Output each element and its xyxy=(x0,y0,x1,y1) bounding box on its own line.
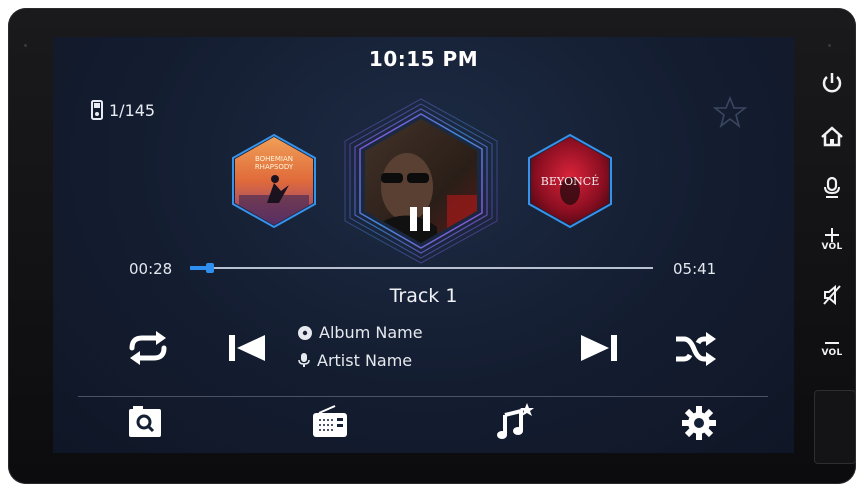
volume-down-button[interactable]: VOL xyxy=(812,340,852,358)
usb-drive-icon xyxy=(91,100,103,120)
album-caption: RHAPSODY xyxy=(255,163,294,171)
total-time: 05:41 xyxy=(673,260,717,278)
track-count: 1/145 xyxy=(109,100,156,120)
shuffle-icon[interactable] xyxy=(672,331,718,367)
mute-icon[interactable] xyxy=(812,284,852,306)
bezel-dot xyxy=(24,44,27,47)
elapsed-time: 00:28 xyxy=(129,260,173,278)
bottom-divider xyxy=(78,396,768,397)
album-disc-icon xyxy=(298,325,312,340)
track-title: Track 1 xyxy=(389,285,458,307)
artist-name: Artist Name xyxy=(317,351,413,369)
search-icon[interactable] xyxy=(127,405,163,439)
volume-up-label: VOL xyxy=(821,242,843,252)
album-name: Album Name xyxy=(319,323,423,342)
pause-icon[interactable] xyxy=(410,207,417,231)
next-album-art[interactable]: BEYONCÉ xyxy=(525,133,615,229)
power-icon[interactable] xyxy=(812,72,852,94)
music-favorites-icon[interactable] xyxy=(495,401,535,441)
previous-album-art[interactable]: BOHEMIAN RHAPSODY xyxy=(229,133,319,229)
progress-thumb[interactable] xyxy=(206,263,214,273)
minus-icon xyxy=(812,340,852,348)
sd-card-slot[interactable] xyxy=(814,390,856,464)
favorite-star-icon[interactable] xyxy=(713,95,747,129)
main-screen: 10:15 PM 1/145 BOHEMIAN RHAPSODY BEYONCÉ… xyxy=(53,37,794,453)
repeat-icon[interactable] xyxy=(126,330,170,366)
volume-down-label: VOL xyxy=(821,348,843,358)
previous-track-icon[interactable] xyxy=(227,333,267,363)
clock: 10:15 PM xyxy=(368,47,479,71)
volume-up-button[interactable]: VOL xyxy=(812,228,852,252)
source-indicator[interactable]: 1/145 xyxy=(91,100,155,120)
plus-icon xyxy=(812,228,852,242)
artist-name-row: Artist Name xyxy=(297,351,412,369)
microphone-button-icon[interactable] xyxy=(812,176,852,200)
next-track-icon[interactable] xyxy=(579,333,619,363)
radio-icon[interactable] xyxy=(311,405,349,439)
album-caption: BOHEMIAN xyxy=(255,155,293,163)
album-name-row: Album Name xyxy=(297,323,423,342)
current-album-art[interactable] xyxy=(337,95,505,267)
home-icon[interactable] xyxy=(812,126,852,148)
bezel-dot xyxy=(828,44,831,47)
microphone-icon xyxy=(298,353,310,367)
settings-icon[interactable] xyxy=(681,405,717,441)
progress-track[interactable] xyxy=(190,267,653,269)
album-caption: BEYONCÉ xyxy=(541,174,599,188)
